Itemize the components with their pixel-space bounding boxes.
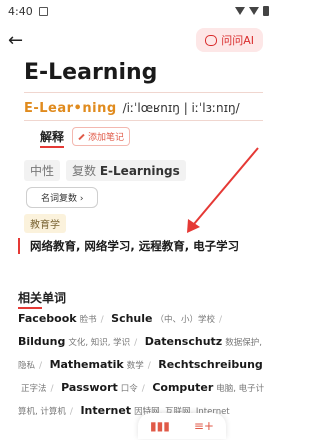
ask-ai-button[interactable]: 问问AI: [196, 28, 263, 52]
gender-tag: 中性: [24, 160, 61, 181]
field-tag: 教育学: [24, 214, 66, 233]
pencil-icon: [78, 133, 85, 140]
add-note-label: 添加笔记: [88, 133, 125, 143]
definition-label: 解释: [40, 130, 65, 148]
related-item[interactable]: Mathematik 数学: [50, 358, 144, 371]
meaning-text: 网络教育, 网络学习, 远程教育, 电子学习: [18, 238, 239, 254]
divider: [24, 120, 263, 121]
related-item[interactable]: Schule （中、小）学校: [111, 312, 215, 325]
signal-icon: [249, 7, 259, 15]
syllables[interactable]: E-Lear•ning: [24, 101, 117, 116]
plural-tag: 复数 E-Learnings: [66, 160, 186, 181]
back-arrow-icon[interactable]: ←: [8, 32, 23, 50]
headword: E-Learning: [24, 60, 158, 85]
wifi-icon: [235, 7, 245, 15]
top-bar: ← 问问AI: [0, 26, 277, 56]
related-item[interactable]: Facebook 脸书: [18, 312, 97, 325]
bottom-action-bar: ▮▮▮ ≡+: [138, 413, 226, 439]
grammar-row: 中性 复数 E-Learnings: [24, 160, 186, 181]
add-to-list-icon[interactable]: ≡+: [194, 419, 214, 433]
plural-value: E-Learnings: [99, 164, 180, 178]
related-words-title: 相关单词: [18, 291, 67, 309]
related-item[interactable]: Bildung 文化, 知识, 学识: [18, 335, 130, 348]
notification-icon: [38, 6, 48, 16]
related-words-list: Facebook 脸书 / Schule （中、小）学校 / Bildung 文化, 知识…: [18, 312, 265, 417]
add-note-button[interactable]: 添加笔记: [72, 127, 131, 146]
divider: [24, 92, 263, 93]
plural-label: 复数: [72, 164, 97, 178]
pronunciation-row: E-Lear•ning /iːˈlœʁnɪŋ | iːˈlɜːnɪŋ/: [24, 101, 240, 116]
ask-ai-label: 问问AI: [221, 34, 254, 47]
chat-bubble-icon: [205, 34, 218, 46]
definition-row: 解释 添加笔记: [40, 127, 131, 148]
noun-plural-button[interactable]: 名词复数 ›: [26, 187, 99, 208]
status-time: 4:40: [8, 4, 33, 18]
related-item[interactable]: Passwort 口令: [61, 381, 138, 394]
status-bar: 4:40: [0, 0, 277, 22]
ipa-text: /iːˈlœʁnɪŋ | iːˈlɜːnɪŋ/: [122, 101, 240, 115]
audio-wave-icon[interactable]: ▮▮▮: [150, 419, 170, 433]
battery-icon: [263, 6, 269, 16]
